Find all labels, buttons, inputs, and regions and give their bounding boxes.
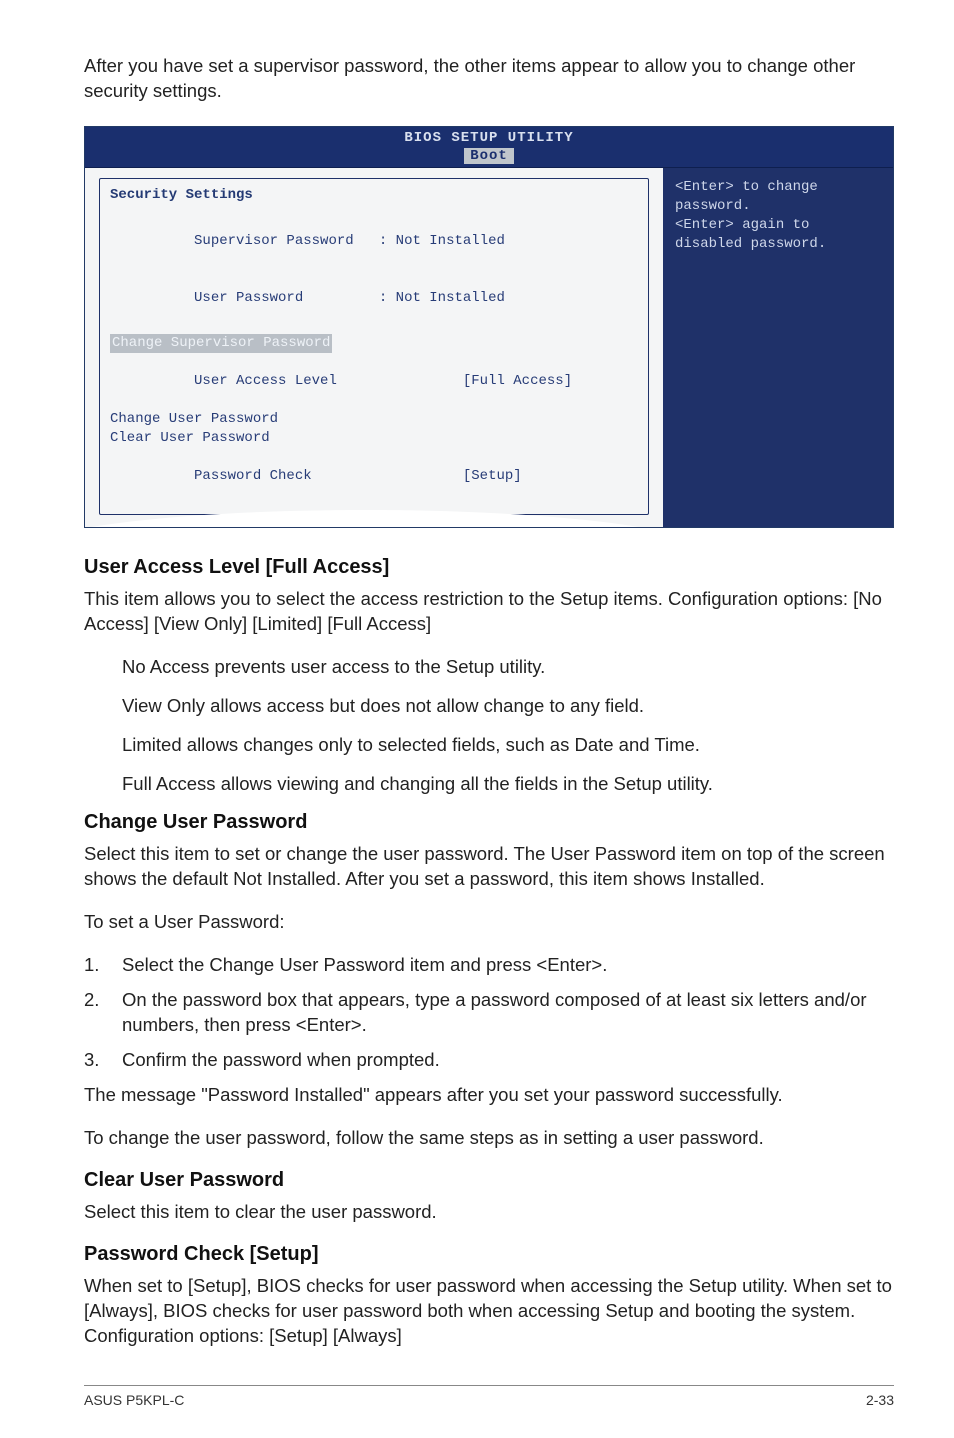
pw-check-desc: When set to [Setup], BIOS checks for use… — [84, 1274, 894, 1349]
bios-user-access-value: [Full Access] — [463, 373, 572, 389]
bios-title-text: BIOS SETUP UTILITY — [85, 130, 893, 146]
view-only-desc: View Only allows access but does not all… — [122, 694, 894, 719]
change-user-pw-desc: Select this item to set or change the us… — [84, 842, 894, 892]
bios-supervisor-value: : Not Installed — [379, 233, 505, 249]
page-footer: ASUS P5KPL-C 2-33 — [84, 1385, 894, 1408]
bios-screenshot: BIOS SETUP UTILITY Boot Security Setting… — [84, 126, 894, 528]
user-access-desc: This item allows you to select the acces… — [84, 587, 894, 637]
change-user-pw-heading: Change User Password — [84, 811, 894, 834]
bios-help-line2: <Enter> again to disabled password. — [675, 216, 881, 254]
change-user-pw-note: To change the user password, follow the … — [84, 1126, 894, 1151]
step-1: Select the Change User Password item and… — [84, 953, 894, 978]
bios-title-bar: BIOS SETUP UTILITY Boot — [85, 127, 893, 168]
bios-help-panel: <Enter> to change password. <Enter> agai… — [663, 168, 893, 527]
intro-paragraph: After you have set a supervisor password… — [84, 54, 894, 104]
bios-pwcheck-label[interactable]: Password Check — [194, 468, 312, 484]
bios-supervisor-label: Supervisor Password — [194, 233, 354, 249]
to-set-user-pw: To set a User Password: — [84, 910, 894, 935]
step-2: On the password box that appears, type a… — [84, 988, 894, 1038]
clear-user-pw-desc: Select this item to clear the user passw… — [84, 1200, 894, 1225]
bios-user-access-label[interactable]: User Access Level — [194, 373, 337, 389]
limited-desc: Limited allows changes only to selected … — [122, 733, 894, 758]
bios-left-panel: Security Settings Supervisor Password : … — [85, 168, 663, 527]
pw-check-heading: Password Check [Setup] — [84, 1243, 894, 1266]
bios-security-heading: Security Settings — [110, 187, 638, 203]
footer-left: ASUS P5KPL-C — [84, 1392, 184, 1408]
bios-help-line1: <Enter> to change password. — [675, 178, 881, 216]
bios-userpw-label: User Password — [194, 290, 303, 306]
user-access-heading: User Access Level [Full Access] — [84, 556, 894, 579]
set-user-pw-steps: Select the Change User Password item and… — [84, 953, 894, 1073]
footer-right: 2-33 — [866, 1392, 894, 1408]
bios-userpw-value: : Not Installed — [379, 290, 505, 306]
no-access-desc: No Access prevents user access to the Se… — [122, 655, 894, 680]
step-3: Confirm the password when prompted. — [84, 1048, 894, 1073]
bios-pwcheck-value: [Setup] — [463, 468, 522, 484]
bios-change-supervisor[interactable]: Change Supervisor Password — [110, 334, 332, 353]
pw-installed-msg: The message "Password Installed" appears… — [84, 1083, 894, 1108]
bios-tab-boot: Boot — [464, 148, 514, 164]
clear-user-pw-heading: Clear User Password — [84, 1169, 894, 1192]
bios-change-user[interactable]: Change User Password — [110, 410, 638, 429]
bios-clear-user[interactable]: Clear User Password — [110, 429, 638, 448]
full-access-desc: Full Access allows viewing and changing … — [122, 772, 894, 797]
